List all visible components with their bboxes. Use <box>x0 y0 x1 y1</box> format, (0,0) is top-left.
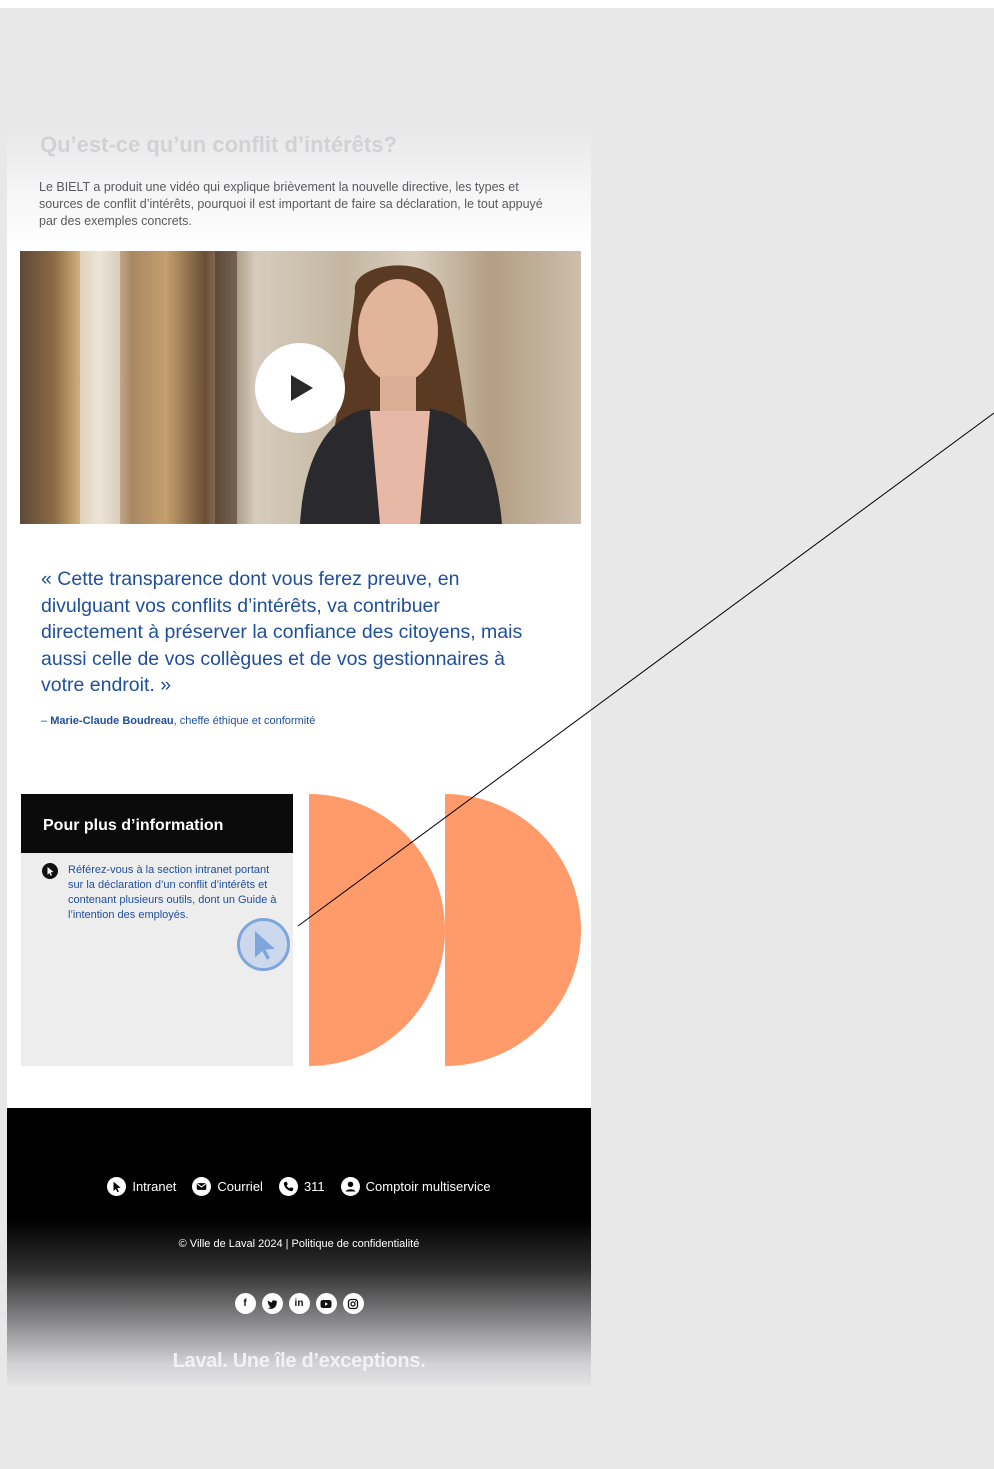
user-icon <box>340 1177 360 1196</box>
phone-icon <box>278 1177 298 1196</box>
quote-author-role: , cheffe éthique et conformité <box>173 715 316 727</box>
attribution-dash: – <box>41 715 51 727</box>
footer-link-311[interactable]: 311 <box>278 1177 325 1196</box>
footer-link-comptoir[interactable]: Comptoir multiservice <box>340 1177 491 1196</box>
pull-quote: « Cette transparence dont vous ferez pre… <box>41 568 523 696</box>
section-title: Qu’est-ce qu’un conflit d’intérêts? <box>40 132 397 157</box>
info-list-item[interactable]: Référez-vous à la section intranet porta… <box>21 853 293 923</box>
video-thumbnail[interactable] <box>20 251 581 524</box>
copyright-line[interactable]: © Ville de Laval 2024 | Politique de con… <box>7 1238 591 1250</box>
footer-link-label: Courriel <box>217 1179 263 1194</box>
background-pillar <box>215 251 237 524</box>
twitter-bird-glyph <box>267 1299 278 1309</box>
instagram-glyph <box>347 1298 359 1309</box>
footer-link-courriel[interactable]: Courriel <box>192 1177 263 1196</box>
info-card-title: Pour plus d’information <box>21 794 293 853</box>
footer: Intranet Courriel 311 Comptoir multiserv… <box>7 1108 591 1386</box>
footer-link-label: Intranet <box>132 1179 177 1194</box>
play-icon <box>291 375 313 401</box>
top-strip <box>0 0 994 8</box>
twitter-icon[interactable] <box>261 1293 283 1314</box>
cursor-icon <box>42 863 58 879</box>
intranet-section-link[interactable]: Référez-vous à la section intranet porta… <box>68 863 277 923</box>
instagram-icon[interactable] <box>342 1293 364 1314</box>
email-newsletter: Qu’est-ce qu’un conflit d’intérêts? Le B… <box>7 130 591 1386</box>
youtube-icon[interactable] <box>315 1293 337 1314</box>
intro-paragraph: Le BIELT a produit une vidéo qui expliqu… <box>39 180 543 228</box>
click-indicator-icon <box>237 918 290 971</box>
footer-link-label: 311 <box>303 1179 325 1194</box>
footer-link-label: Comptoir multiservice <box>365 1179 491 1194</box>
quote-attribution: – Marie-Claude Boudreau, cheffe éthique … <box>41 715 315 727</box>
footer-tagline: Laval. Une île d’exceptions. <box>172 1350 426 1372</box>
footer-link-intranet[interactable]: Intranet <box>107 1177 176 1196</box>
cursor-icon <box>107 1177 127 1196</box>
mail-icon <box>192 1177 212 1196</box>
decorative-half-circles <box>309 794 581 1066</box>
social-links: f in <box>7 1293 591 1314</box>
youtube-glyph <box>320 1299 332 1308</box>
linkedin-icon[interactable]: in <box>288 1293 310 1314</box>
quote-author: Marie-Claude Boudreau <box>50 715 174 727</box>
footer-links: Intranet Courriel 311 Comptoir multiserv… <box>7 1177 591 1196</box>
intro-section: Qu’est-ce qu’un conflit d’intérêts? Le B… <box>7 130 591 250</box>
play-button[interactable] <box>255 343 345 433</box>
background-pillar <box>80 251 120 524</box>
facebook-icon[interactable]: f <box>234 1293 256 1314</box>
